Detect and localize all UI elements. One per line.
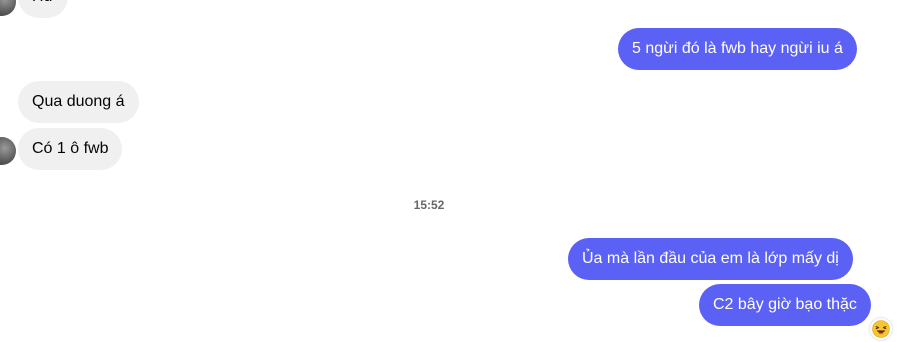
message-bubble-outgoing[interactable]: C2 bây giờ bạo thặc [699,284,871,326]
timestamp-divider: 15:52 [413,198,445,212]
laughing-face-emoji-icon [872,320,890,338]
contact-avatar[interactable] [0,0,16,16]
message-bubble-outgoing[interactable]: Ủa mà lần đầu của em là lớp mấy dị [568,238,853,280]
message-bubble-incoming[interactable]: Có 1 ô fwb [18,128,123,170]
message-bubble-outgoing[interactable]: 5 ngừi đó là fwb hay ngừi iu á [618,28,857,70]
message-text: C2 bây giờ bạo thặc [713,296,857,313]
message-bubble-incoming[interactable]: Hứ [18,0,69,18]
message-text: Qua duong á [32,93,125,110]
message-text: Ủa mà lần đầu của em là lớp mấy dị [582,250,839,267]
contact-avatar[interactable] [0,137,16,165]
message-text: Hứ [32,0,54,5]
message-text: 5 ngừi đó là fwb hay ngừi iu á [632,40,843,57]
message-text: Có 1 ô fwb [32,140,109,157]
message-bubble-incoming[interactable]: Qua duong á [18,81,139,123]
message-reaction[interactable] [870,318,892,340]
